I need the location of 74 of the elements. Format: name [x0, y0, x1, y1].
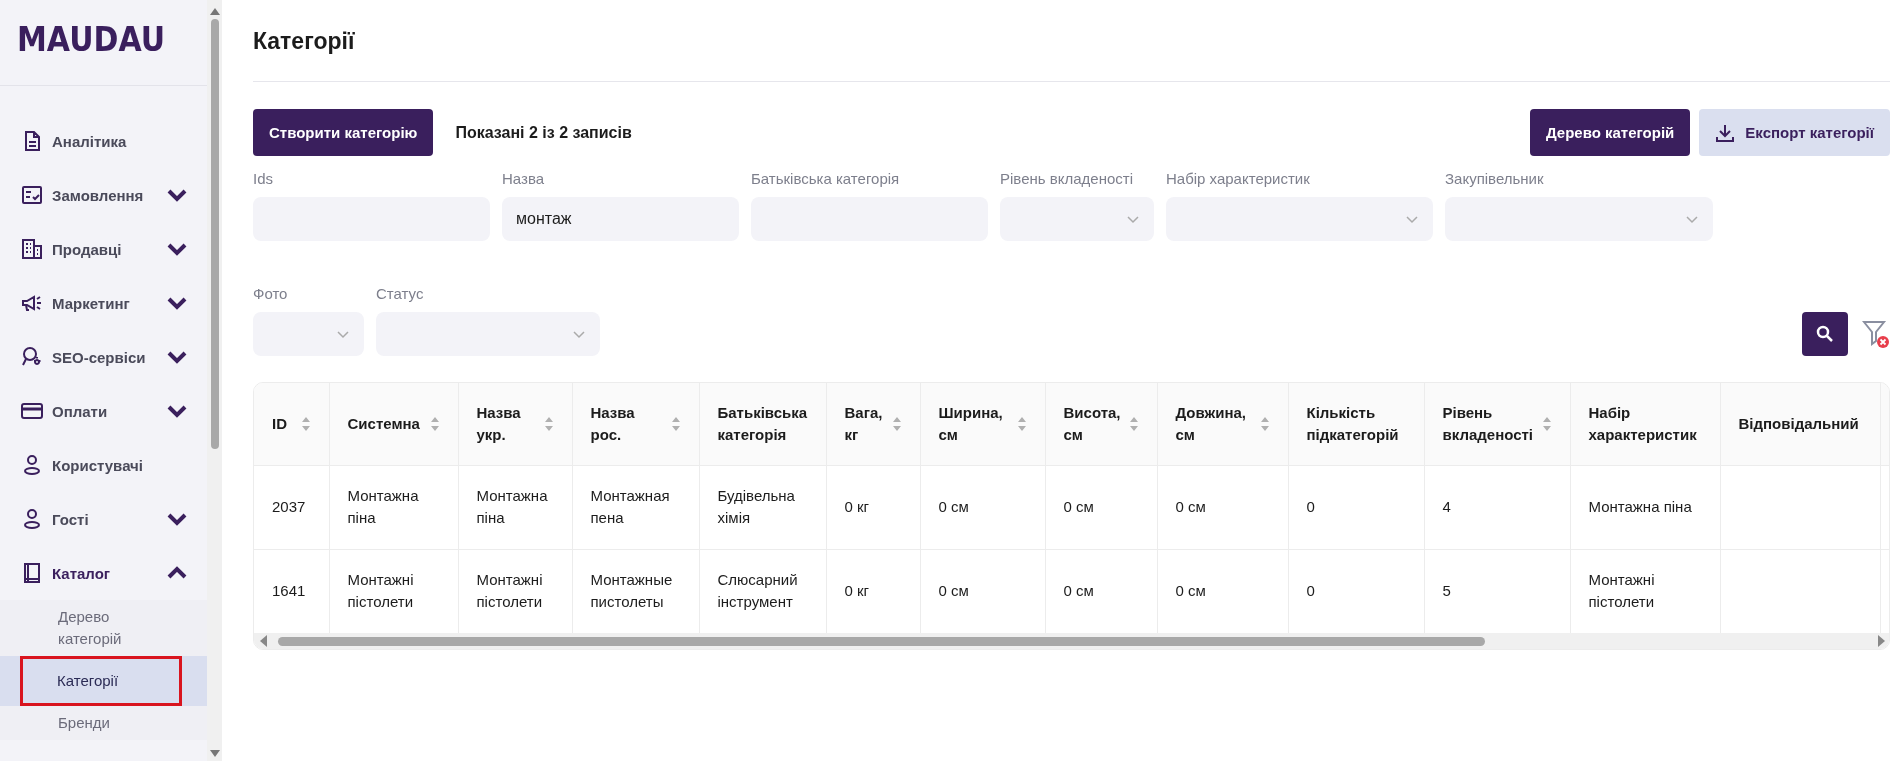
filter-dropdown[interactable] — [376, 312, 600, 356]
filter-dropdown[interactable] — [253, 312, 364, 356]
sidebar-item[interactable]: Користувачі — [0, 438, 207, 492]
search-button[interactable] — [1802, 312, 1848, 356]
filter-label: Фото — [253, 285, 289, 302]
sidebar-subitem[interactable]: Бренди — [0, 706, 207, 740]
download-icon — [1715, 122, 1736, 143]
filter-label: Батьківська категорія — [751, 170, 901, 187]
filter-label: Ids — [253, 170, 274, 187]
column-header[interactable]: Назва укр. — [458, 383, 572, 465]
logo[interactable]: MAUDAU — [17, 20, 166, 59]
search-icon — [1815, 324, 1835, 344]
sidebar-subitem[interactable]: Категорії — [20, 656, 182, 706]
scrollbar[interactable] — [207, 0, 222, 761]
column-header[interactable]: Ширина, см — [920, 383, 1045, 465]
table-cell: Монтажная пена — [572, 465, 699, 549]
sort-icon — [1541, 415, 1552, 432]
table-cell: Будівельна хімія — [699, 465, 826, 549]
sort-icon — [300, 415, 311, 432]
sort-icon — [670, 415, 681, 432]
column-header[interactable]: Назва рос. — [572, 383, 699, 465]
clear-filter-icon[interactable] — [1862, 319, 1890, 349]
table-cell: Монтажна піна — [329, 465, 458, 549]
sidebar-item[interactable]: Аналітика — [0, 114, 207, 168]
table-cell: 0 см — [1045, 465, 1157, 549]
sort-icon — [543, 415, 554, 432]
column-header: Кількість підкатегорій — [1288, 383, 1424, 465]
table-cell: 0 кг — [826, 465, 920, 549]
create-category-button[interactable]: Створити категорію — [253, 109, 434, 156]
column-header[interactable]: Висота, см — [1045, 383, 1157, 465]
page-title: Категорії — [253, 0, 1890, 82]
sidebar-item[interactable]: SEO-сервіси — [0, 330, 207, 384]
filter-dropdown[interactable] — [1445, 197, 1713, 241]
column-header[interactable]: ID — [254, 383, 329, 465]
sort-icon — [429, 415, 440, 432]
filter-label: Набір характеристик — [1166, 170, 1311, 187]
column-header: Набір характеристик — [1570, 383, 1720, 465]
column-header[interactable]: Вага, кг — [826, 383, 920, 465]
table-cell: Монтажна піна — [1570, 465, 1720, 549]
sort-icon — [1128, 415, 1139, 432]
sort-icon — [891, 415, 902, 432]
records-count: Показані 2 із 2 записів — [455, 123, 633, 142]
column-header[interactable]: Довжина, см — [1157, 383, 1288, 465]
sort-icon — [1259, 415, 1270, 432]
category-tree-button[interactable]: Дерево категорій — [1529, 109, 1691, 156]
filter-dropdown[interactable] — [1000, 197, 1154, 241]
table-cell: 2037 — [254, 465, 329, 549]
sidebar-item[interactable]: Каталог — [0, 546, 207, 600]
sidebar-item[interactable]: Продавці — [0, 222, 207, 276]
table-cell: 0 см — [1157, 465, 1288, 549]
sidebar-item[interactable]: Маркетинг — [0, 276, 207, 330]
checklist-icon — [20, 183, 44, 207]
column-header[interactable]: Рівень вкладеності — [1424, 383, 1570, 465]
table-cell: 0 — [1288, 465, 1424, 549]
column-header: Відповідальний — [1720, 383, 1880, 465]
export-button[interactable]: Експорт категорії — [1699, 109, 1890, 156]
filter-label: Статус — [376, 285, 425, 302]
table-cell: 4 — [1424, 465, 1570, 549]
sidebar-subitem[interactable]: Дерево категорій — [0, 600, 207, 656]
table-cell: 0 см — [920, 465, 1045, 549]
table-cell: Монтажна піна — [458, 465, 572, 549]
sidebar-item[interactable]: Замовлення — [0, 168, 207, 222]
filter-label: Назва — [502, 170, 546, 187]
sort-icon — [1016, 415, 1027, 432]
filter-label: Закупівельник — [1445, 170, 1545, 187]
building-icon — [20, 237, 44, 261]
sidebar-item[interactable]: Оплати — [0, 384, 207, 438]
filter-field[interactable]: монтаж — [502, 197, 739, 241]
column-header[interactable]: Системна — [329, 383, 458, 465]
horizontal-scrollbar[interactable] — [254, 633, 1889, 649]
sidebar-item[interactable]: Гості — [0, 492, 207, 546]
filter-label: Рівень вкладеності — [1000, 170, 1134, 187]
column-header: Батьківська категорія — [699, 383, 826, 465]
filter-dropdown[interactable] — [1166, 197, 1433, 241]
